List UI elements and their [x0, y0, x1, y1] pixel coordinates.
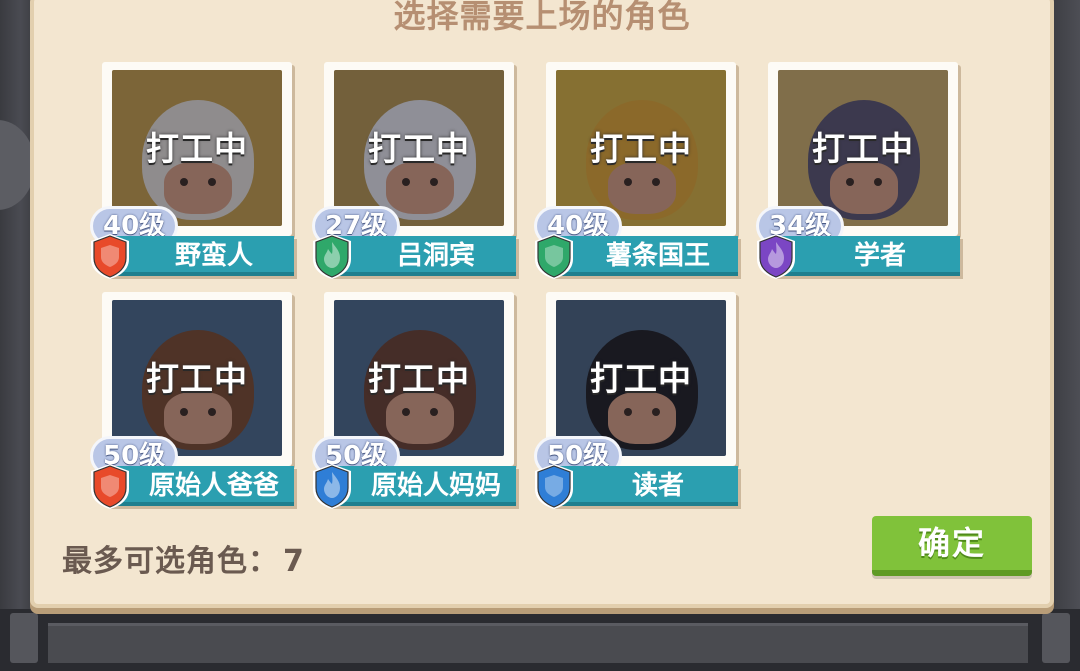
background-post: [1042, 613, 1070, 663]
background-right: [1050, 0, 1080, 671]
character-name: 薯条国王: [605, 241, 710, 271]
character-name: 原始人妈妈: [370, 471, 501, 501]
name-bar: 薯条国王: [552, 236, 738, 276]
confirm-button[interactable]: 确定: [872, 516, 1032, 576]
name-bar: 吕洞宾: [330, 236, 516, 276]
working-status: 打工中: [368, 129, 470, 168]
character-portrait: 打工中: [778, 70, 948, 226]
max-select-label: 最多可选角色： 7: [62, 536, 305, 580]
character-name: 原始人爸爸: [148, 471, 279, 501]
max-select-count: 7: [283, 544, 305, 579]
character-select-panel: 选择需要上场的角色 打工中 40级 野蛮人 打工中 27级 吕洞宾 打工中 40…: [30, 0, 1054, 608]
character-name: 吕洞宾: [396, 241, 475, 271]
character-name: 读者: [631, 471, 684, 501]
working-status: 打工中: [368, 359, 470, 398]
background-bar: [48, 623, 1028, 663]
working-status: 打工中: [590, 359, 692, 398]
character-name: 学者: [853, 241, 906, 271]
character-name: 野蛮人: [174, 241, 253, 271]
character-card[interactable]: 打工中 27级 吕洞宾: [310, 56, 520, 279]
character-portrait: 打工中: [334, 70, 504, 226]
name-bar: 野蛮人: [108, 236, 294, 276]
working-status: 打工中: [590, 129, 692, 168]
character-portrait: 打工中: [556, 70, 726, 226]
shield-icon: [532, 232, 576, 280]
panel-title: 选择需要上场的角色: [393, 0, 691, 35]
shield-icon: [532, 462, 576, 510]
character-card[interactable]: 打工中 40级 薯条国王: [532, 56, 742, 279]
flame-icon: [310, 462, 354, 510]
background-left: [0, 0, 35, 671]
character-portrait: 打工中: [334, 300, 504, 456]
name-bar: 原始人妈妈: [330, 466, 516, 506]
shield-icon: [88, 462, 132, 510]
character-portrait: 打工中: [112, 300, 282, 456]
background-bottom: [0, 609, 1080, 671]
character-card[interactable]: 打工中 40级 野蛮人: [88, 56, 298, 279]
character-card[interactable]: 打工中 34级 学者: [754, 56, 964, 279]
character-portrait: 打工中: [112, 70, 282, 226]
character-card[interactable]: 打工中 50级 原始人妈妈: [310, 286, 520, 509]
background-post: [10, 613, 38, 663]
character-card[interactable]: 打工中 50级 读者: [532, 286, 742, 509]
max-select-text: 最多可选角色：: [62, 544, 279, 579]
working-status: 打工中: [812, 129, 914, 168]
working-status: 打工中: [146, 359, 248, 398]
character-portrait: 打工中: [556, 300, 726, 456]
flame-icon: [754, 232, 798, 280]
name-bar: 读者: [552, 466, 738, 506]
flame-icon: [310, 232, 354, 280]
shield-icon: [88, 232, 132, 280]
working-status: 打工中: [146, 129, 248, 168]
name-bar: 原始人爸爸: [108, 466, 294, 506]
name-bar: 学者: [774, 236, 960, 276]
character-card[interactable]: 打工中 50级 原始人爸爸: [88, 286, 298, 509]
